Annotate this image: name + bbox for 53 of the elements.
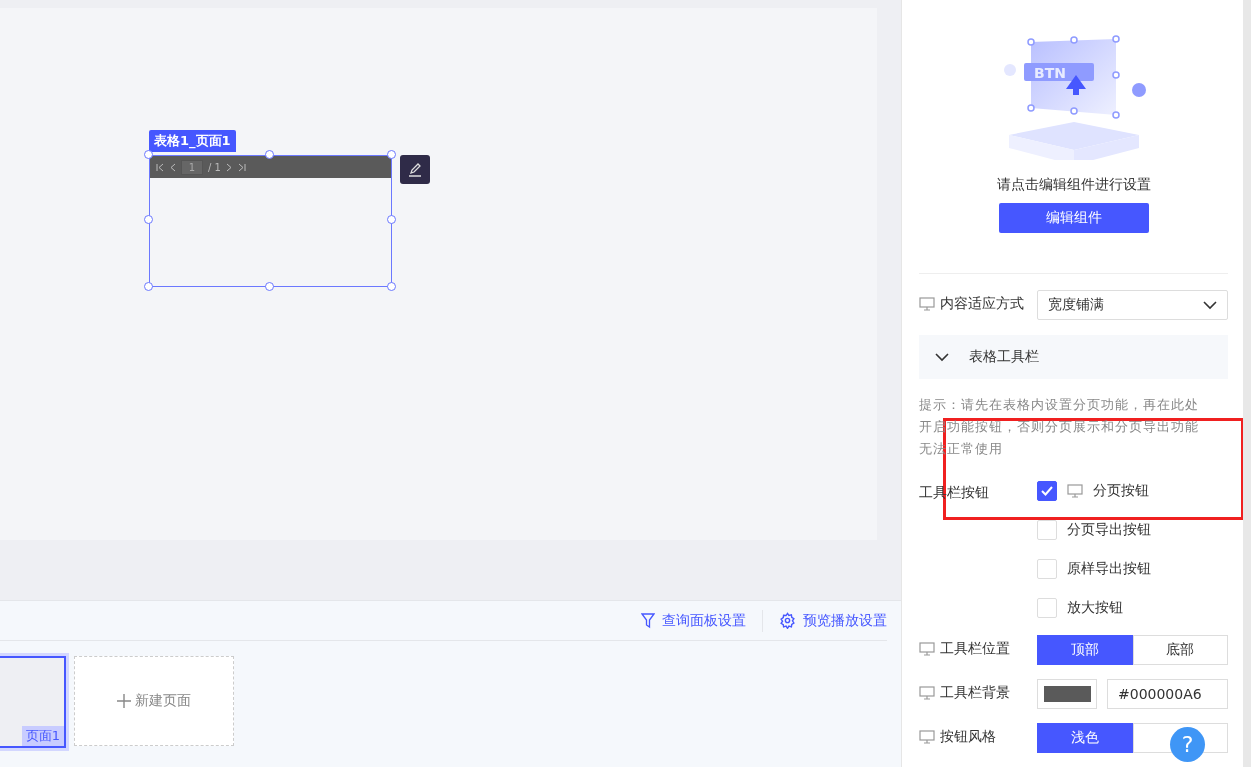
fit-select[interactable]: 宽度铺满 <box>1037 290 1228 320</box>
table-component[interactable]: 1 / 1 <box>149 155 392 287</box>
monitor-icon <box>919 730 935 744</box>
first-page-icon[interactable] <box>156 162 165 172</box>
filter-icon <box>641 612 655 629</box>
resize-handle[interactable] <box>265 282 274 291</box>
page-total: / 1 <box>208 161 221 173</box>
resize-handle[interactable] <box>144 150 153 159</box>
settings-icon <box>779 612 796 629</box>
chevron-down-icon <box>935 352 949 362</box>
resize-handle[interactable] <box>387 282 396 291</box>
option-label: 分页导出按钮 <box>1067 521 1151 539</box>
resize-handle[interactable] <box>144 282 153 291</box>
segment-option[interactable]: 浅色 <box>1037 723 1133 753</box>
next-page-icon[interactable] <box>225 162 232 172</box>
segment-option[interactable]: 底部 <box>1132 635 1228 665</box>
page-thumbnail[interactable]: 页面1 <box>0 656 66 748</box>
page-label: 页面1 <box>21 726 64 746</box>
color-input[interactable]: #000000A6 <box>1107 679 1228 709</box>
resize-handle[interactable] <box>144 215 153 224</box>
monitor-icon <box>919 686 935 700</box>
scrollbar[interactable] <box>1243 0 1251 767</box>
resize-handle[interactable] <box>387 215 396 224</box>
edit-button[interactable] <box>400 155 430 184</box>
monitor-icon <box>919 297 935 311</box>
field-label: 工具栏背景 <box>940 684 1010 702</box>
option-label: 分页按钮 <box>1093 482 1149 500</box>
field-label: 按钮风格 <box>940 728 996 746</box>
field-label: 工具栏位置 <box>940 640 1010 658</box>
resize-handle[interactable] <box>387 150 396 159</box>
component-tag: 表格1_页面1 <box>149 130 236 152</box>
monitor-icon <box>1067 484 1083 498</box>
resize-handle[interactable] <box>265 150 274 159</box>
check-icon <box>1041 486 1053 496</box>
monitor-icon <box>919 642 935 656</box>
pencil-icon <box>407 161 423 178</box>
new-page-button[interactable]: 新建页面 <box>74 656 234 746</box>
plus-icon <box>117 694 131 708</box>
option-label: 放大按钮 <box>1067 599 1123 617</box>
settings-link[interactable]: 预览播放设置 <box>779 611 887 630</box>
hint-text: 请点击编辑组件进行设置 <box>995 176 1152 194</box>
illustration-label: BTN <box>1033 65 1066 81</box>
option-label: 原样导出按钮 <box>1067 560 1151 578</box>
color-picker[interactable] <box>1037 679 1097 709</box>
chevron-down-icon <box>1203 300 1217 310</box>
segment-option[interactable]: 顶部 <box>1037 635 1133 665</box>
edit-component-button[interactable]: 编辑组件 <box>998 203 1149 233</box>
field-label: 内容适应方式 <box>940 295 1024 313</box>
section-header[interactable]: 表格工具栏 <box>919 335 1228 379</box>
checkbox[interactable] <box>1037 481 1057 501</box>
prev-page-icon[interactable] <box>170 162 176 172</box>
last-page-icon[interactable] <box>236 162 246 172</box>
settings-link[interactable]: 查询面板设置 <box>641 611 746 630</box>
